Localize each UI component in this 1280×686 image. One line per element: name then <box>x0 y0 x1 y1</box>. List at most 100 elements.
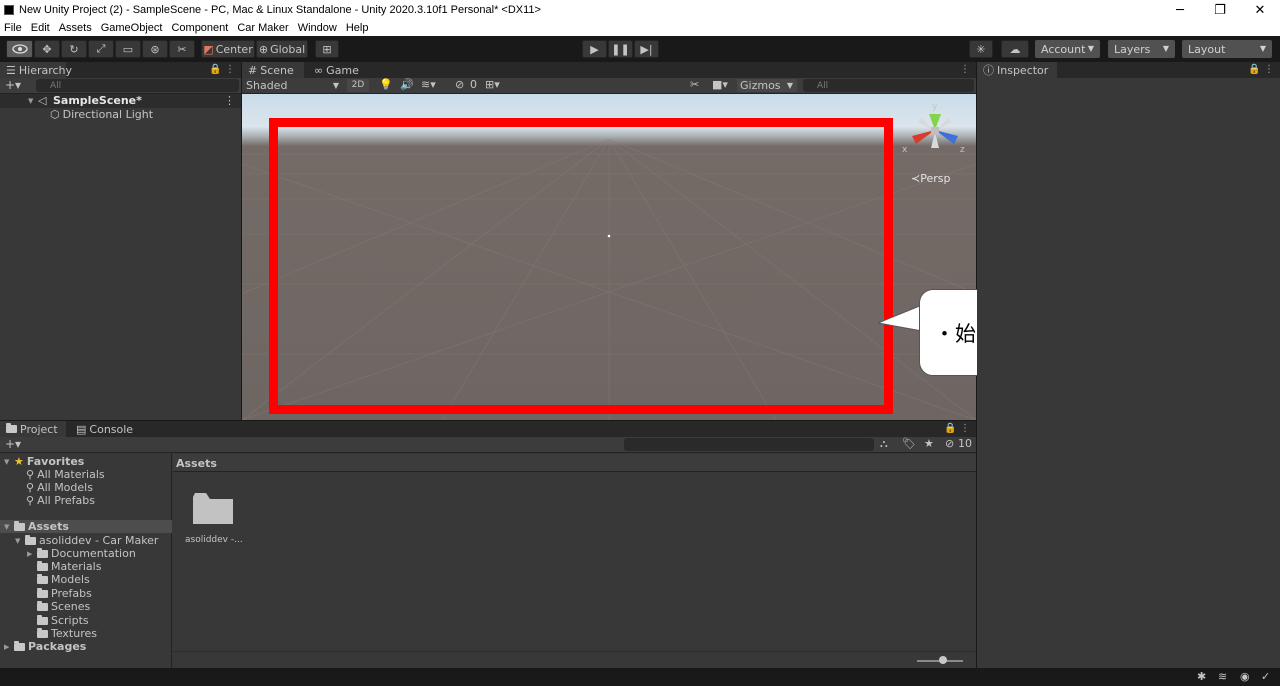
menu-window[interactable]: Window <box>298 22 337 34</box>
play-button[interactable]: ▶ <box>582 40 607 58</box>
favorite-all-prefabs[interactable]: ⚲ All Prefabs <box>26 494 95 507</box>
grid-toggle-icon[interactable]: ⊞▾ <box>485 78 500 91</box>
menu-file[interactable]: File <box>4 22 22 34</box>
scene-row[interactable]: ▼ ◁ SampleScene* ⋮ <box>0 94 241 108</box>
scale-tool-button[interactable]: ⤢ <box>88 40 114 58</box>
tab-game[interactable]: ∞ Game <box>308 62 360 78</box>
expand-arrow-icon[interactable]: ▶ <box>27 550 37 558</box>
lighting-icon[interactable]: 💡 <box>379 78 393 91</box>
create-asset-dropdown[interactable]: +▾ <box>5 437 21 451</box>
maximize-button[interactable]: ❐ <box>1200 0 1240 20</box>
tab-scene-label: Scene <box>260 63 294 77</box>
hidden-objects-icon[interactable]: ⊘ <box>455 78 464 91</box>
shading-label: Shaded <box>246 79 288 92</box>
filter-by-label-icon[interactable]: 🏷 <box>902 437 916 450</box>
transform-tool-button[interactable]: ⊛ <box>142 40 168 58</box>
layout-dropdown[interactable]: Layout ▼ <box>1182 40 1272 58</box>
inspector-options-icon[interactable]: 🔒 ⋮ <box>1248 64 1274 75</box>
breadcrumb-assets[interactable]: Assets <box>176 457 217 470</box>
folder-materials[interactable]: Materials <box>37 560 101 573</box>
account-dropdown[interactable]: Account ▼ <box>1035 40 1100 58</box>
lighting-status-icon[interactable]: ◉ <box>1240 670 1250 683</box>
filter-by-type-icon[interactable]: ⛬ <box>880 437 888 451</box>
tools-icon[interactable]: ✂ <box>690 78 699 91</box>
expand-arrow-icon[interactable]: ▼ <box>15 537 25 545</box>
search-placeholder: All <box>817 80 829 91</box>
rect-tool-button[interactable]: ▭ <box>115 40 141 58</box>
hierarchy-search-input[interactable]: All <box>36 79 239 92</box>
zoom-slider-handle[interactable] <box>939 656 947 664</box>
hidden-packages-icon[interactable]: ⊘ <box>945 437 954 450</box>
pivot-toggle[interactable]: ◩ Center <box>201 40 255 58</box>
tab-console[interactable]: ▤ Console <box>70 421 134 437</box>
tab-inspector[interactable]: ⓘ Inspector <box>977 62 1057 78</box>
minimize-button[interactable]: ─ <box>1160 0 1200 20</box>
2d-toggle[interactable]: 2D <box>347 79 369 92</box>
custom-tool-button[interactable]: ✂ <box>169 40 195 58</box>
tab-project[interactable]: Project <box>0 421 66 437</box>
expand-arrow-icon[interactable]: ▼ <box>28 97 38 105</box>
pause-button[interactable]: ❚❚ <box>608 40 633 58</box>
project-search-input[interactable] <box>624 438 874 451</box>
folder-large-icon <box>193 493 233 524</box>
scene-options-icon[interactable]: ⋮ <box>960 64 970 75</box>
search-icon: ⚲ <box>26 481 35 494</box>
project-options-icon[interactable]: 🔒 ⋮ <box>944 423 970 434</box>
folder-icon <box>37 573 48 584</box>
grid-snap-button[interactable]: ⊞ <box>315 40 339 58</box>
orientation-gizmo[interactable]: y x z <box>900 100 970 170</box>
folder-asoliddev[interactable]: ▼ asoliddev - Car Maker <box>15 534 158 547</box>
menu-component[interactable]: Component <box>171 22 228 34</box>
menu-edit[interactable]: Edit <box>31 22 50 34</box>
folder-scripts[interactable]: Scripts <box>37 614 89 627</box>
favorites-header[interactable]: ▼ ★ Favorites <box>4 455 84 468</box>
effects-icon[interactable]: ≋▾ <box>421 78 436 91</box>
create-dropdown[interactable]: +▾ <box>5 78 21 92</box>
camera-icon[interactable]: ■▾ <box>712 78 728 91</box>
expand-arrow-icon[interactable]: ▼ <box>4 458 14 466</box>
expand-arrow-icon[interactable]: ▼ <box>4 523 14 531</box>
asset-folder-tile[interactable]: asoliddev -... <box>185 491 243 551</box>
cache-server-icon[interactable]: ≋ <box>1218 670 1227 683</box>
collab-button[interactable]: ✳ <box>969 40 993 58</box>
view-tool-button[interactable] <box>6 40 33 58</box>
scene-panel-header: # Scene ∞ Game ⋮ Shaded ▼ 2D 💡 🔊 ≋▾ ⊘ 0 ⊞▾… <box>242 62 976 94</box>
favorite-all-models[interactable]: ⚲ All Models <box>26 481 93 494</box>
menu-car-maker[interactable]: Car Maker <box>237 22 288 34</box>
expand-arrow-icon[interactable]: ▶ <box>4 643 14 651</box>
folder-scenes[interactable]: Scenes <box>37 600 90 613</box>
shading-mode-dropdown[interactable]: Shaded ▼ <box>242 78 343 93</box>
folder-prefabs[interactable]: Prefabs <box>37 587 92 600</box>
scene-search-input[interactable]: All <box>803 79 974 92</box>
chevron-down-icon: ▼ <box>1259 44 1266 53</box>
check-status-icon[interactable]: ✓ <box>1261 670 1270 683</box>
step-button[interactable]: ▶| <box>634 40 659 58</box>
favorite-all-materials[interactable]: ⚲ All Materials <box>26 468 105 481</box>
rotate-tool-button[interactable]: ↻ <box>61 40 87 58</box>
favorite-star-icon[interactable]: ★ <box>924 437 934 450</box>
layers-dropdown[interactable]: Layers ▼ <box>1108 40 1175 58</box>
folder-documentation[interactable]: ▶ Documentation <box>27 547 136 560</box>
tab-scene[interactable]: # Scene <box>242 62 304 78</box>
menu-gameobject[interactable]: GameObject <box>101 22 163 34</box>
menu-assets[interactable]: Assets <box>59 22 92 34</box>
hierarchy-item-directional-light[interactable]: ⬡ Directional Light <box>50 108 153 121</box>
assets-folder[interactable]: ▼ Assets <box>0 520 172 533</box>
panel-options-icon[interactable]: 🔒 ⋮ <box>209 64 235 75</box>
menu-help[interactable]: Help <box>346 22 369 34</box>
space-toggle[interactable]: ⊕ Global <box>256 40 308 58</box>
move-tool-button[interactable]: ✥ <box>34 40 60 58</box>
packages-folder[interactable]: ▶ Packages <box>4 640 86 653</box>
search-icon: ⚲ <box>26 494 35 507</box>
tab-hierarchy[interactable]: ☰ Hierarchy <box>0 62 72 78</box>
folder-label: Scripts <box>51 614 89 627</box>
cloud-button[interactable]: ☁ <box>1001 40 1029 58</box>
folder-models[interactable]: Models <box>37 573 90 586</box>
close-button[interactable]: ✕ <box>1240 0 1280 20</box>
audio-icon[interactable]: 🔊 <box>400 78 414 91</box>
scene-options-icon[interactable]: ⋮ <box>224 94 235 107</box>
folder-textures[interactable]: Textures <box>37 627 97 640</box>
debug-bug-icon[interactable]: ✱ <box>1197 670 1206 683</box>
gizmos-dropdown[interactable]: Gizmos ▼ <box>737 79 797 92</box>
projection-label[interactable]: ≺Persp <box>911 172 950 185</box>
